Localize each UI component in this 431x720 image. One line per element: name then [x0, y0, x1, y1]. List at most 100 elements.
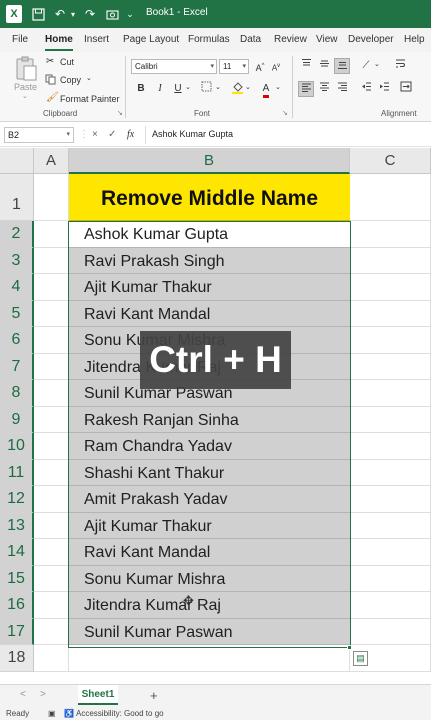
tab-home[interactable]: Home	[45, 34, 73, 51]
merge-center-icon[interactable]	[398, 81, 414, 97]
fill-handle[interactable]	[347, 645, 352, 650]
macro-record-icon[interactable]: ▣	[48, 709, 56, 718]
enter-entry-icon[interactable]: ✓	[108, 129, 116, 140]
column-header-c[interactable]: C	[350, 148, 431, 174]
font-color-dropdown-icon[interactable]: ⌄	[275, 83, 281, 91]
name-cell[interactable]: Jitendra Kumar Raj	[69, 592, 350, 619]
undo-dropdown-icon[interactable]: ▾	[68, 5, 78, 23]
font-name-select[interactable]: Calibri ▾	[131, 59, 217, 74]
orientation-icon[interactable]: ⟋	[358, 58, 374, 74]
cell-a2[interactable]	[34, 221, 69, 248]
format-painter-button[interactable]: Format Painter	[60, 94, 120, 104]
row-header-15[interactable]: 15	[0, 565, 34, 592]
borders-icon[interactable]	[198, 81, 214, 97]
cell-a16[interactable]	[34, 592, 69, 619]
increase-indent-icon[interactable]	[376, 81, 392, 97]
tab-help[interactable]: Help	[404, 34, 425, 45]
insert-function-button[interactable]: fx	[127, 129, 134, 140]
cell-c9[interactable]	[350, 406, 431, 433]
row-header-8[interactable]: 8	[0, 380, 34, 407]
scroll-sheets-left-icon[interactable]: <	[20, 689, 26, 700]
name-cell[interactable]: Ajit Kumar Thakur	[69, 512, 350, 539]
cell-c6[interactable]	[350, 327, 431, 354]
format-painter-icon[interactable]: 🖌	[46, 92, 59, 103]
cell-a11[interactable]	[34, 459, 69, 486]
wrap-text-icon[interactable]	[392, 58, 408, 74]
tab-view[interactable]: View	[316, 34, 338, 45]
cell-c12[interactable]	[350, 486, 431, 513]
row-header-17[interactable]: 17	[0, 618, 34, 645]
cell-a1[interactable]	[34, 174, 69, 221]
cut-icon[interactable]: ✂	[46, 56, 54, 67]
undo-icon[interactable]: ↶	[52, 5, 68, 23]
cell-c1[interactable]	[350, 174, 431, 221]
fill-color-dropdown-icon[interactable]: ⌄	[245, 83, 251, 91]
row-header-3[interactable]: 3	[0, 247, 34, 274]
paste-dropdown-icon[interactable]: ⌄	[22, 92, 28, 100]
name-cell[interactable]: Rakesh Ranjan Sinha	[69, 406, 350, 433]
align-center-icon[interactable]	[316, 81, 332, 97]
name-cell[interactable]: Ravi Kant Mandal	[69, 539, 350, 566]
fill-color-icon[interactable]	[229, 81, 245, 97]
tab-page-layout[interactable]: Page Layout	[123, 34, 179, 45]
cell-c7[interactable]	[350, 353, 431, 380]
scroll-sheets-right-icon[interactable]: >	[40, 689, 46, 700]
italic-button[interactable]: I	[152, 81, 168, 97]
align-left-icon[interactable]	[298, 81, 314, 97]
row-header-13[interactable]: 13	[0, 512, 34, 539]
increase-font-size-icon[interactable]: A^	[252, 58, 268, 74]
row-header-16[interactable]: 16	[0, 592, 34, 619]
cell-c3[interactable]	[350, 247, 431, 274]
borders-dropdown-icon[interactable]: ⌄	[215, 83, 221, 91]
cancel-entry-icon[interactable]: ×	[92, 129, 98, 140]
row-header-11[interactable]: 11	[0, 459, 34, 486]
copy-button[interactable]: Copy	[60, 75, 81, 85]
row-header-1[interactable]: 1	[0, 174, 34, 221]
name-cell[interactable]: Shashi Kant Thakur	[69, 459, 350, 486]
row-header-14[interactable]: 14	[0, 539, 34, 566]
accessibility-status[interactable]: Accessibility: Good to go	[76, 709, 164, 718]
cell-c2[interactable]	[350, 221, 431, 248]
decrease-font-size-icon[interactable]: Av	[268, 58, 284, 74]
name-cell[interactable]: Ram Chandra Yadav	[69, 433, 350, 460]
select-all-corner[interactable]	[0, 148, 34, 174]
cell-a17[interactable]	[34, 618, 69, 645]
save-icon[interactable]	[30, 5, 46, 23]
name-cell[interactable]: Sonu Kumar Mishra	[69, 565, 350, 592]
cell-a4[interactable]	[34, 274, 69, 301]
tab-file[interactable]: File	[12, 34, 28, 45]
cell-a3[interactable]	[34, 247, 69, 274]
cell-c16[interactable]	[350, 592, 431, 619]
cell-c15[interactable]	[350, 565, 431, 592]
name-cell[interactable]: Sunil Kumar Paswan	[69, 618, 350, 645]
name-cell[interactable]: Ravi Prakash Singh	[69, 247, 350, 274]
row-header-2[interactable]: 2	[0, 221, 34, 248]
customize-quick-access-icon[interactable]: ⌄	[124, 5, 136, 23]
name-cell[interactable]: Ashok Kumar Gupta	[69, 221, 350, 248]
cell-a9[interactable]	[34, 406, 69, 433]
formula-input[interactable]: Ashok Kumar Gupta	[152, 129, 233, 139]
clipboard-launcher-icon[interactable]: ↘	[117, 109, 123, 117]
row-header-6[interactable]: 6	[0, 327, 34, 354]
name-box[interactable]: B2 ▾	[4, 127, 74, 143]
row-header-18[interactable]: 18	[0, 645, 34, 672]
cut-button[interactable]: Cut	[60, 57, 74, 67]
cell-c4[interactable]	[350, 274, 431, 301]
redo-icon[interactable]: ↷	[82, 5, 98, 23]
orientation-dropdown-icon[interactable]: ⌄	[374, 60, 380, 68]
row-header-5[interactable]: 5	[0, 300, 34, 327]
cell-c17[interactable]	[350, 618, 431, 645]
bold-button[interactable]: B	[133, 81, 149, 97]
cell-c13[interactable]	[350, 512, 431, 539]
font-launcher-icon[interactable]: ↘	[282, 109, 288, 117]
underline-dropdown-icon[interactable]: ⌄	[185, 83, 191, 91]
cell-a10[interactable]	[34, 433, 69, 460]
cell-c11[interactable]	[350, 459, 431, 486]
cell-a6[interactable]	[34, 327, 69, 354]
font-size-select[interactable]: 11 ▾	[219, 59, 249, 74]
title-cell-b1[interactable]: Remove Middle Name	[69, 174, 350, 221]
copy-icon[interactable]	[45, 74, 56, 87]
copy-dropdown-icon[interactable]: ⌄	[86, 74, 92, 82]
sheet-tab-sheet1[interactable]: Sheet1	[78, 685, 118, 705]
name-cell[interactable]: Ravi Kant Mandal	[69, 300, 350, 327]
